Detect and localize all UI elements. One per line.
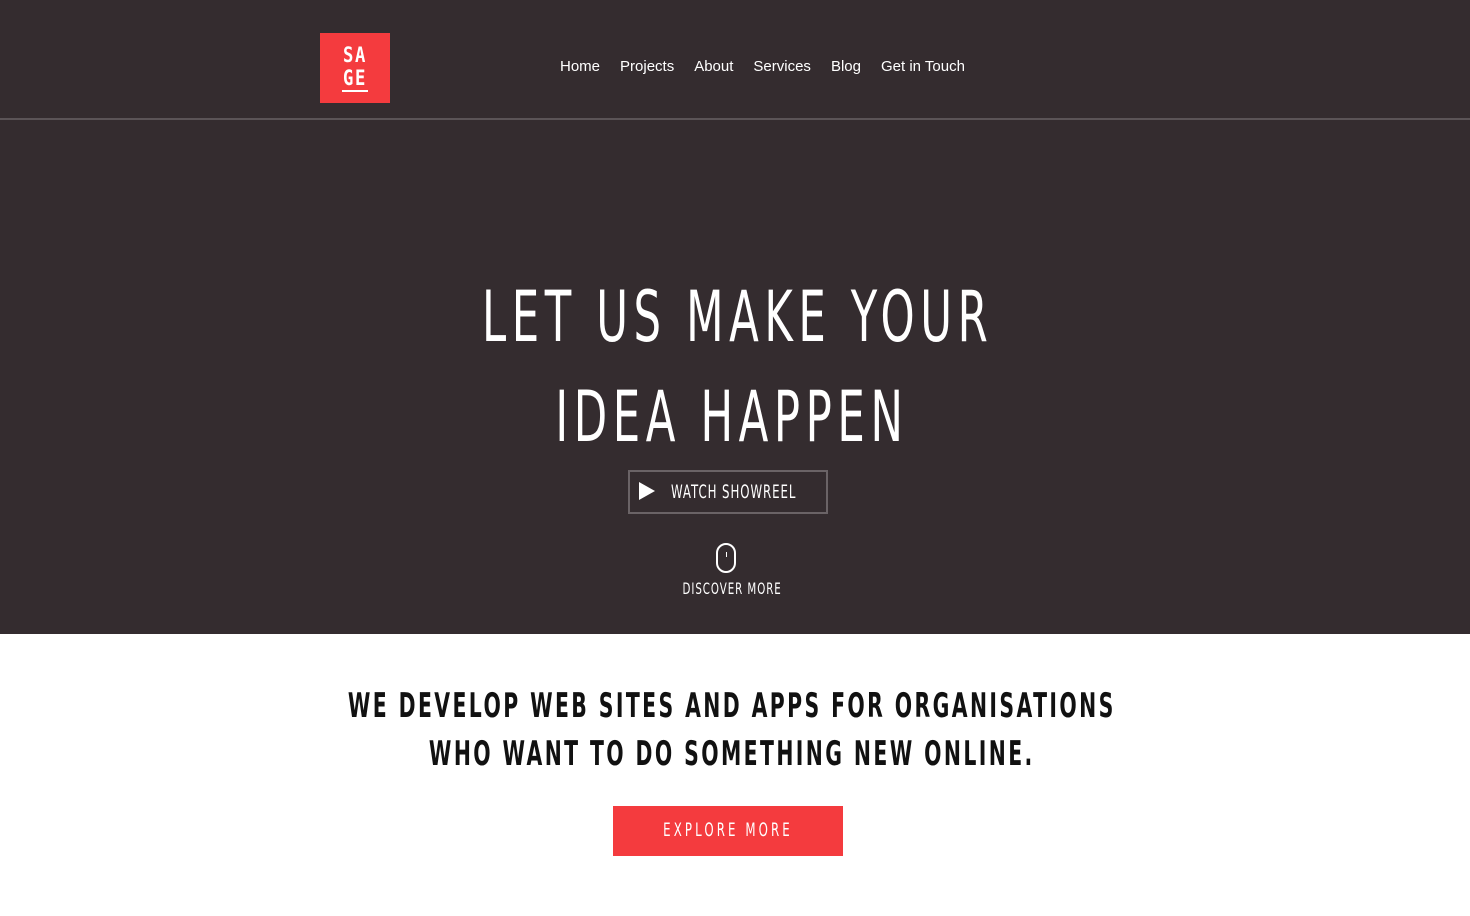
site-header: SA GE Home Projects About Services Blog … [0, 0, 1470, 120]
explore-more-button[interactable]: EXPLORE MORE [613, 806, 843, 856]
nav-item-get-in-touch[interactable]: Get in Touch [881, 58, 965, 75]
nav-item-home[interactable]: Home [560, 58, 600, 75]
watch-showreel-label: WATCH SHOWREEL [671, 481, 797, 503]
logo-line-2: GE [342, 66, 368, 90]
nav-item-about[interactable]: About [694, 58, 733, 75]
watch-showreel-button[interactable]: WATCH SHOWREEL [628, 470, 828, 514]
discover-more-link[interactable]: DISCOVER MORE [262, 579, 1203, 598]
nav-item-projects[interactable]: Projects [620, 58, 674, 75]
play-icon [639, 482, 655, 500]
hero-headline-line-1: LET US MAKE YOUR [481, 276, 994, 358]
logo-line-1: SA [342, 43, 368, 67]
explore-more-label: EXPLORE MORE [663, 819, 793, 841]
mouse-wheel [726, 552, 727, 557]
intro-tagline-line-1: WE DEVELOP WEB SITES AND APPS FOR ORGANI… [347, 686, 1116, 726]
sage-logo[interactable]: SA GE [320, 33, 390, 103]
intro-tagline-line-2: WHO WANT TO DO SOMETHING NEW ONLINE. [428, 734, 1035, 774]
nav-item-services[interactable]: Services [753, 58, 811, 75]
hero-headline-line-2: IDEA HAPPEN [555, 376, 909, 458]
logo-underline [342, 90, 368, 92]
hero-section: SA GE Home Projects About Services Blog … [0, 0, 1470, 634]
nav-item-blog[interactable]: Blog [831, 58, 861, 75]
mouse-scroll-icon[interactable] [716, 543, 736, 573]
main-nav: Home Projects About Services Blog Get in… [560, 58, 965, 75]
